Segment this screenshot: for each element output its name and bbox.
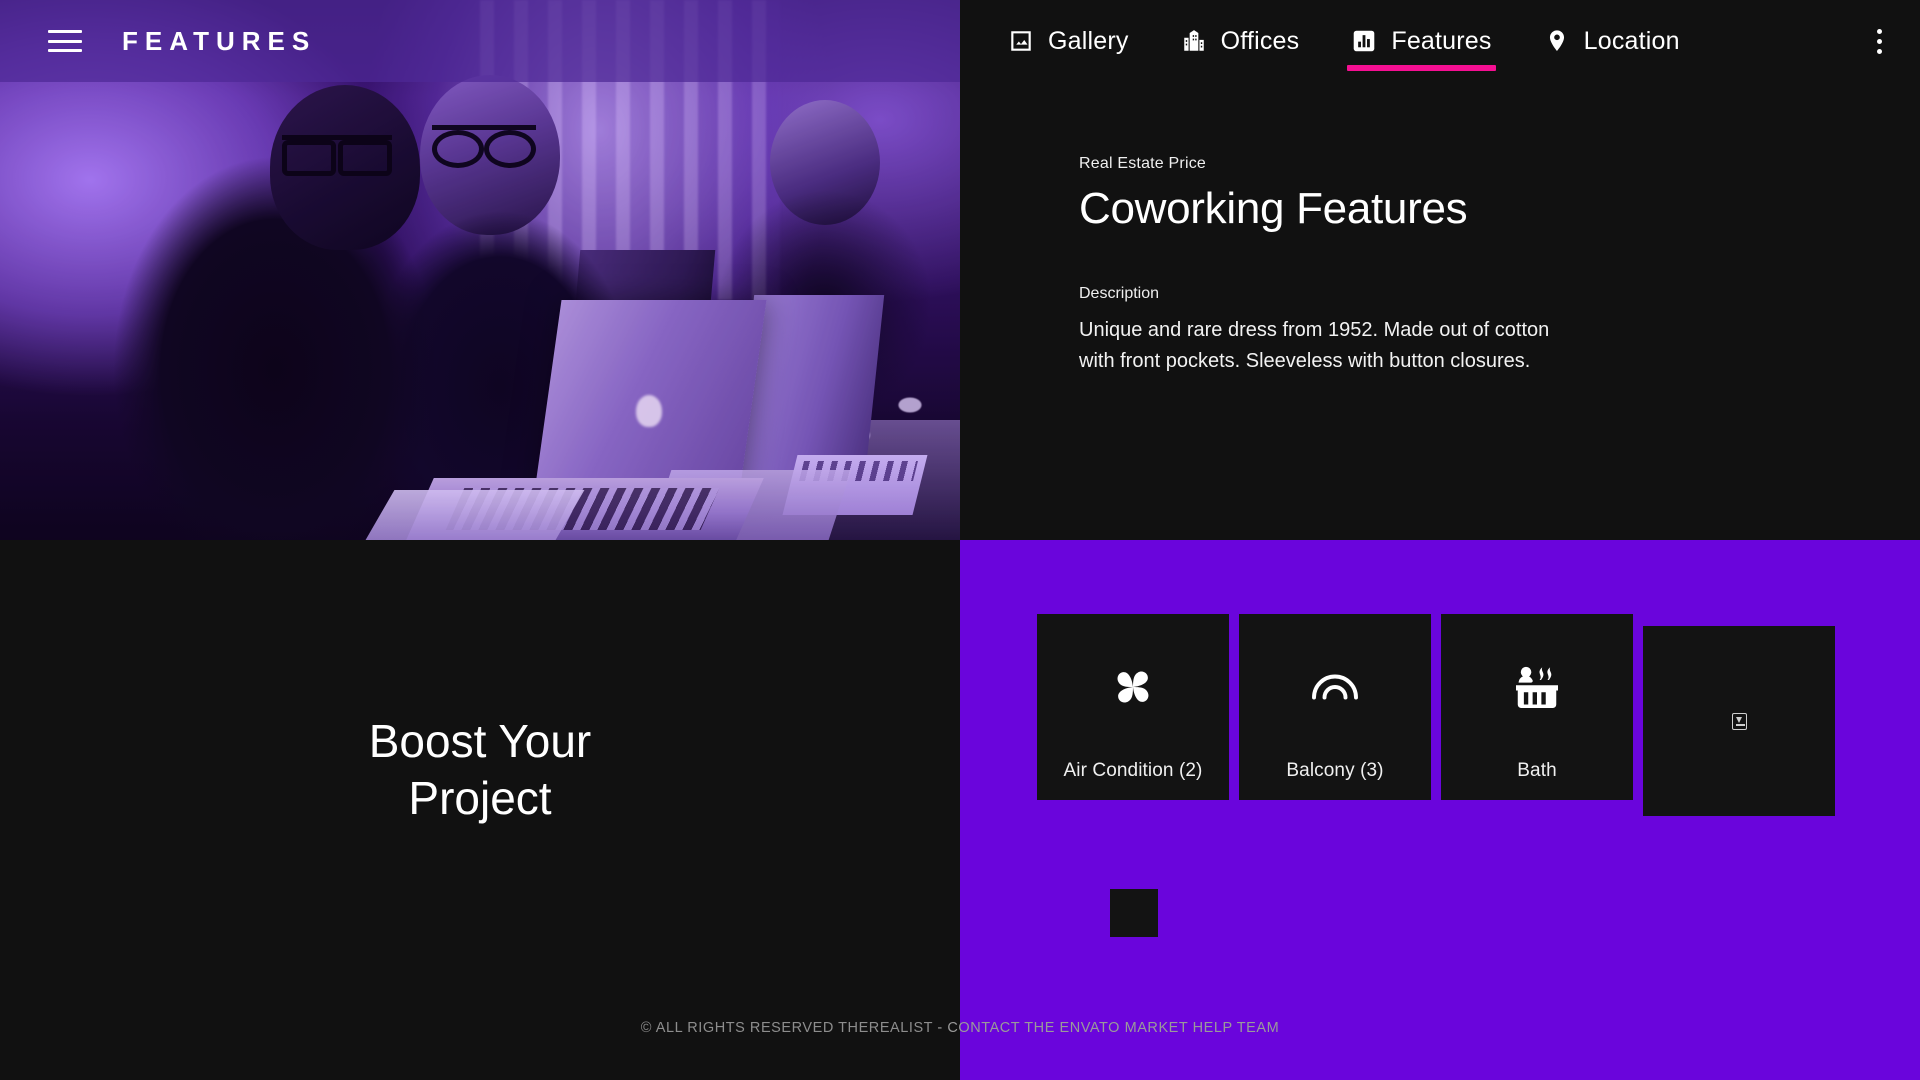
feature-card-label: Air Condition (2): [1063, 760, 1203, 781]
footer-copyright: © ALL RIGHTS RESERVED THEREALIST: [640, 1020, 938, 1036]
detail-eyebrow: Real Estate Price: [1079, 155, 1207, 172]
brand-title: FEATURES: [122, 25, 317, 56]
tab-label: Gallery: [1048, 26, 1129, 55]
feature-card-balcony[interactable]: Balcony (3): [1239, 614, 1431, 800]
nav-tabs: Gallery Offices Features Location: [960, 0, 1706, 82]
promo-block: Boost Your Project: [0, 540, 960, 1000]
nav-bar: Gallery Offices Features Location: [960, 0, 1920, 82]
kebab-menu-icon[interactable]: [1864, 26, 1894, 56]
footer-contact-link[interactable]: - CONTACT THE ENVATO MARKET HELP TEAM: [937, 1020, 1279, 1036]
hamburger-icon[interactable]: [48, 30, 82, 52]
feature-card-label: Bath: [1517, 760, 1557, 781]
feature-card-list: Air Condition (2) Balcony (3) Bath: [1037, 614, 1835, 816]
feature-card-bath[interactable]: Bath: [1441, 614, 1633, 800]
tab-label: Features: [1391, 26, 1492, 55]
page-title: Coworking Features: [1079, 184, 1468, 233]
bar-chart-icon: [1351, 28, 1377, 54]
tab-features[interactable]: Features: [1325, 0, 1517, 82]
tab-gallery[interactable]: Gallery: [982, 0, 1155, 82]
tab-label: Offices: [1220, 26, 1300, 55]
footer-text: © ALL RIGHTS RESERVED THEREALIST - CONTA…: [641, 1020, 1279, 1036]
image-icon: [1008, 28, 1034, 54]
tab-location[interactable]: Location: [1518, 0, 1706, 82]
map-pin-icon: [1544, 28, 1570, 54]
building-icon: [1181, 28, 1207, 54]
description-text: Unique and rare dress from 1952. Made ou…: [1079, 319, 1550, 372]
feature-thumbnail-placeholder[interactable]: [1110, 889, 1158, 937]
tab-offices[interactable]: Offices: [1155, 0, 1326, 82]
feature-card-placeholder[interactable]: [1643, 626, 1835, 816]
tab-label: Location: [1583, 26, 1680, 55]
broken-image-icon: [1731, 712, 1747, 730]
description-label: Description: [1079, 285, 1160, 303]
hot-tub-icon: [1441, 614, 1633, 760]
feature-card-air-condition[interactable]: Air Condition (2): [1037, 614, 1229, 800]
feature-card-label: Balcony (3): [1286, 760, 1384, 781]
arch-icon: [1239, 614, 1431, 760]
app-header-bar: FEATURES: [0, 0, 960, 82]
app-root: FEATURES Real Estate Price Coworking Fea…: [0, 0, 1920, 1080]
fan-icon: [1037, 614, 1229, 760]
promo-headline: Boost Your Project: [368, 715, 592, 824]
